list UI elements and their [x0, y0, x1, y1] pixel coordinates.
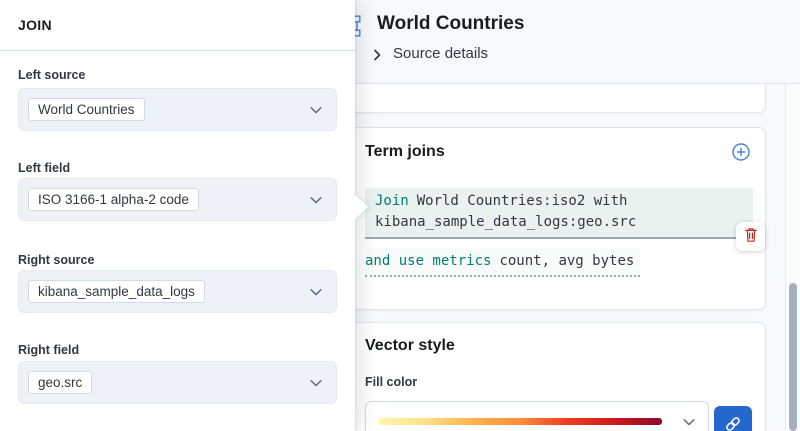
term-joins-header: Term joins [365, 142, 751, 162]
right-source-label: Right source [18, 253, 94, 267]
vector-style-card: Vector style Fill color [350, 322, 766, 431]
right-source-select[interactable]: kibana_sample_data_logs [18, 270, 337, 313]
right-source-token: kibana_sample_data_logs [28, 280, 205, 303]
chevron-right-icon [372, 48, 383, 60]
trash-icon [743, 227, 759, 246]
vector-style-header: Vector style [365, 337, 751, 355]
fill-color-label: Fill color [365, 375, 417, 389]
source-details-label: Source details [393, 45, 488, 62]
plus-in-circle-icon [731, 142, 751, 162]
popover-divider [0, 50, 355, 51]
left-source-token: World Countries [28, 98, 145, 121]
vector-style-heading: Vector style [365, 337, 455, 355]
left-field-token: ISO 3166-1 alpha-2 code [28, 188, 199, 211]
chevron-down-icon [681, 414, 697, 430]
fill-color-select[interactable] [365, 401, 709, 431]
join-expression-line2: kibana_sample_data_logs:geo.src [375, 212, 743, 233]
scrollbar-track[interactable] [785, 84, 800, 431]
popover-arrow [355, 195, 368, 219]
term-joins-heading: Term joins [365, 143, 445, 161]
left-source-select[interactable]: World Countries [18, 88, 337, 131]
right-field-select[interactable]: geo.src [18, 361, 337, 404]
chevron-down-icon [308, 375, 324, 391]
term-joins-card: Term joins JoinWorld Countries:iso2 with… [350, 127, 766, 310]
fill-color-ramp [378, 418, 662, 425]
layer-title: World Countries [377, 11, 524, 37]
right-field-token: geo.src [28, 371, 92, 394]
join-popover: JOIN Left source World Countries Left fi… [0, 0, 355, 431]
left-field-label: Left field [18, 161, 70, 175]
chevron-down-icon [308, 102, 324, 118]
right-field-label: Right field [18, 343, 79, 357]
add-join-button[interactable] [731, 142, 751, 162]
left-field-select[interactable]: ISO 3166-1 alpha-2 code [18, 178, 337, 221]
popover-title: JOIN [18, 17, 52, 33]
delete-join-button[interactable] [736, 222, 765, 251]
left-source-label: Left source [18, 68, 85, 82]
join-expression-line1: JoinWorld Countries:iso2 with [375, 191, 743, 212]
scrollbar-thumb[interactable] [789, 283, 797, 431]
link-icon [724, 415, 742, 431]
chevron-down-icon [308, 284, 324, 300]
source-details-toggle[interactable]: Source details [372, 45, 488, 62]
maps-app-screen: World Countries Source details Term join… [0, 0, 800, 431]
link-field-button[interactable] [714, 406, 752, 431]
clipped-card [350, 84, 766, 113]
metrics-expression[interactable]: and use metricscount, avg bytes [365, 249, 640, 277]
chevron-down-icon [308, 192, 324, 208]
join-expression[interactable]: JoinWorld Countries:iso2 with kibana_sam… [365, 188, 753, 239]
